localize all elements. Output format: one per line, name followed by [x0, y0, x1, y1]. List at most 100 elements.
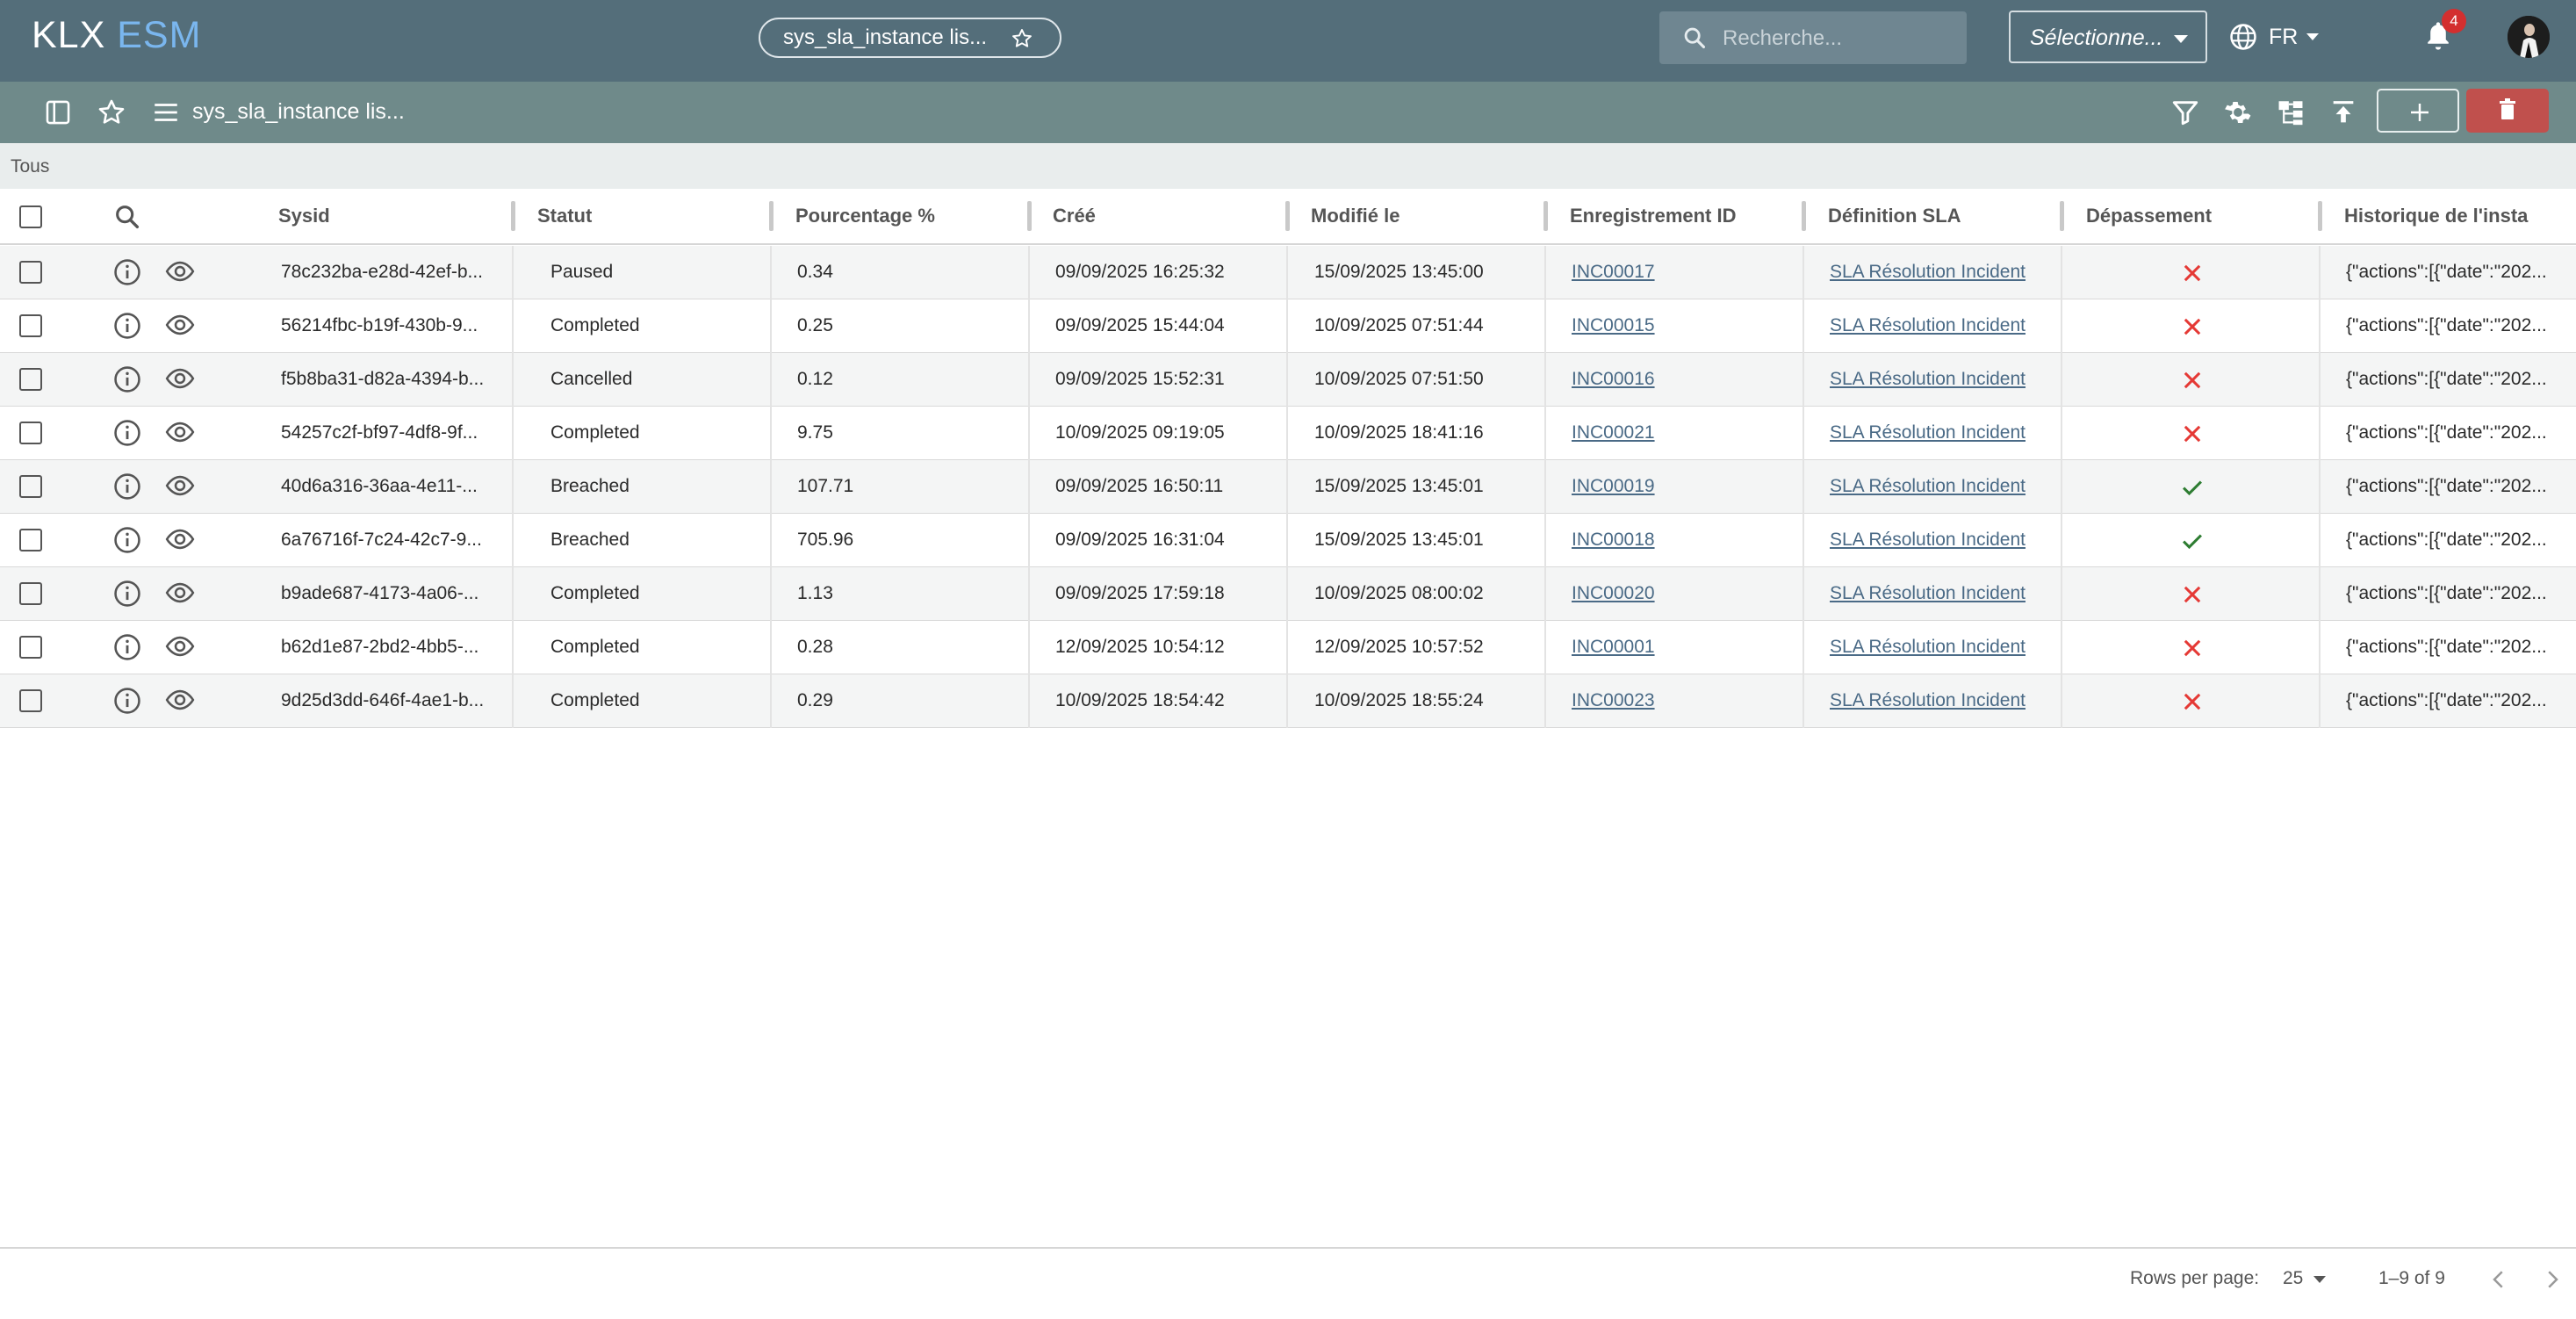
add-record-button[interactable]: [2377, 89, 2459, 133]
info-icon[interactable]: [112, 257, 142, 287]
info-icon[interactable]: [112, 525, 142, 555]
cell-definition-sla[interactable]: SLA Résolution Incident: [1830, 530, 2049, 551]
gear-icon[interactable]: [2223, 97, 2253, 127]
eye-icon[interactable]: [165, 578, 195, 608]
table-row[interactable]: 40d6a316-36aa-4e11-... Breached 107.71 09/0…: [0, 460, 2576, 514]
search-icon[interactable]: [112, 202, 142, 232]
table-row[interactable]: f5b8ba31-d82a-4394-b... Cancelled 0.12 09/0…: [0, 353, 2576, 407]
info-icon[interactable]: [112, 686, 142, 716]
row-checkbox[interactable]: [19, 529, 42, 551]
column-resizer[interactable]: [1285, 201, 1290, 231]
column-header-cree[interactable]: Créé: [1053, 205, 1272, 227]
cell-definition-sla[interactable]: SLA Résolution Incident: [1830, 369, 2049, 390]
row-checkbox[interactable]: [19, 368, 42, 391]
cell-definition-sla[interactable]: SLA Résolution Incident: [1830, 637, 2049, 658]
next-page-icon[interactable]: [2539, 1266, 2565, 1293]
column-divider: [2061, 460, 2062, 514]
column-resizer[interactable]: [769, 201, 774, 231]
cell-definition-sla[interactable]: SLA Résolution Incident: [1830, 315, 2049, 336]
info-icon[interactable]: [112, 311, 142, 341]
cell-enregistrement-id[interactable]: INC00001: [1572, 637, 1791, 658]
cell-definition-sla[interactable]: SLA Résolution Incident: [1830, 583, 2049, 604]
eye-icon[interactable]: [165, 417, 195, 447]
table-row[interactable]: 6a76716f-7c24-42c7-9... Breached 705.96 09/…: [0, 514, 2576, 567]
eye-icon[interactable]: [165, 471, 195, 501]
column-resizer[interactable]: [1027, 201, 1032, 231]
star-icon[interactable]: [97, 97, 126, 127]
cell-enregistrement-id[interactable]: INC00019: [1572, 476, 1791, 497]
info-icon[interactable]: [112, 579, 142, 609]
cell-sysid: b62d1e87-2bd2-4bb5-...: [281, 637, 479, 657]
column-header-pourcentage[interactable]: Pourcentage %: [795, 205, 1015, 227]
row-checkbox[interactable]: [19, 261, 42, 284]
cell-enregistrement-id[interactable]: INC00020: [1572, 583, 1791, 604]
upload-icon[interactable]: [2328, 97, 2358, 127]
cell-enregistrement-id[interactable]: INC00018: [1572, 530, 1791, 551]
cell-enregistrement-id[interactable]: INC00023: [1572, 690, 1791, 711]
pagination-range: 1–9 of 9: [2378, 1268, 2445, 1288]
cell-enregistrement-id[interactable]: INC00017: [1572, 262, 1791, 283]
filter-label[interactable]: Tous: [11, 156, 49, 177]
table-row[interactable]: 54257c2f-bf97-4df8-9f... Completed 9.75 10/…: [0, 407, 2576, 460]
info-icon[interactable]: [112, 472, 142, 501]
column-header-modifie[interactable]: Modifié le: [1311, 205, 1530, 227]
row-checkbox[interactable]: [19, 314, 42, 337]
column-header-definition-sla[interactable]: Définition SLA: [1828, 205, 2047, 227]
column-header-statut[interactable]: Statut: [537, 205, 757, 227]
menu-icon[interactable]: [151, 97, 181, 127]
context-select[interactable]: Sélectionne...: [2009, 11, 2207, 63]
table-row[interactable]: 56214fbc-b19f-430b-9... Completed 0.25 09/0…: [0, 299, 2576, 353]
cell-definition-sla[interactable]: SLA Résolution Incident: [1830, 476, 2049, 497]
row-checkbox[interactable]: [19, 636, 42, 659]
column-resizer[interactable]: [2318, 201, 2322, 231]
cell-definition-sla[interactable]: SLA Résolution Incident: [1830, 422, 2049, 443]
logo-main: KLX: [32, 14, 106, 56]
row-checkbox[interactable]: [19, 582, 42, 605]
cell-definition-sla[interactable]: SLA Résolution Incident: [1830, 690, 2049, 711]
column-resizer[interactable]: [511, 201, 515, 231]
eye-icon[interactable]: [165, 685, 195, 715]
table-row[interactable]: b62d1e87-2bd2-4bb5-... Completed 0.28 12/09…: [0, 621, 2576, 674]
delete-button[interactable]: [2466, 89, 2549, 133]
info-icon[interactable]: [112, 418, 142, 448]
global-search[interactable]: Recherche...: [1659, 11, 1967, 64]
info-icon[interactable]: [112, 632, 142, 662]
column-resizer[interactable]: [1543, 201, 1548, 231]
row-checkbox[interactable]: [19, 422, 42, 444]
app-logo[interactable]: KLX ESM: [32, 14, 201, 57]
language-selector[interactable]: FR: [2228, 19, 2320, 54]
eye-icon[interactable]: [165, 524, 195, 554]
table-row[interactable]: b9ade687-4173-4a06-... Completed 1.13 09/09…: [0, 567, 2576, 621]
column-header-sysid[interactable]: Sysid: [278, 205, 507, 227]
avatar[interactable]: [2508, 16, 2550, 58]
column-resizer[interactable]: [2060, 201, 2064, 231]
column-resizer[interactable]: [1802, 201, 1806, 231]
cell-definition-sla[interactable]: SLA Résolution Incident: [1830, 262, 2049, 283]
star-icon[interactable]: [1011, 27, 1033, 50]
cell-enregistrement-id[interactable]: INC00016: [1572, 369, 1791, 390]
eye-icon[interactable]: [165, 364, 195, 393]
table-row[interactable]: 78c232ba-e28d-42ef-b... Paused 0.34 09/09/2…: [0, 246, 2576, 299]
column-divider: [770, 621, 772, 674]
row-checkbox[interactable]: [19, 689, 42, 712]
sidebar-toggle-icon[interactable]: [43, 97, 73, 127]
eye-icon[interactable]: [165, 256, 195, 286]
select-all-checkbox[interactable]: [19, 205, 42, 228]
row-checkbox[interactable]: [19, 475, 42, 498]
hierarchy-icon[interactable]: [2276, 97, 2306, 127]
cell-modifie: 15/09/2025 13:45:00: [1314, 262, 1484, 282]
column-header-depassement[interactable]: Dépassement: [2086, 205, 2306, 227]
eye-icon[interactable]: [165, 310, 195, 340]
cell-enregistrement-id[interactable]: INC00015: [1572, 315, 1791, 336]
prev-page-icon[interactable]: [2486, 1266, 2512, 1293]
eye-icon[interactable]: [165, 631, 195, 661]
table-row[interactable]: 9d25d3dd-646f-4ae1-b... Completed 0.29 10/0…: [0, 674, 2576, 728]
column-header-historique[interactable]: Historique de l'instar: [2344, 205, 2529, 227]
filter-icon[interactable]: [2170, 97, 2200, 127]
column-divider: [1286, 621, 1288, 674]
rows-per-page-select[interactable]: 25: [2283, 1268, 2303, 1289]
cell-enregistrement-id[interactable]: INC00021: [1572, 422, 1791, 443]
info-icon[interactable]: [112, 364, 142, 394]
column-header-enregistrement[interactable]: Enregistrement ID: [1570, 205, 1789, 227]
open-tab[interactable]: sys_sla_instance lis...: [759, 18, 1061, 58]
